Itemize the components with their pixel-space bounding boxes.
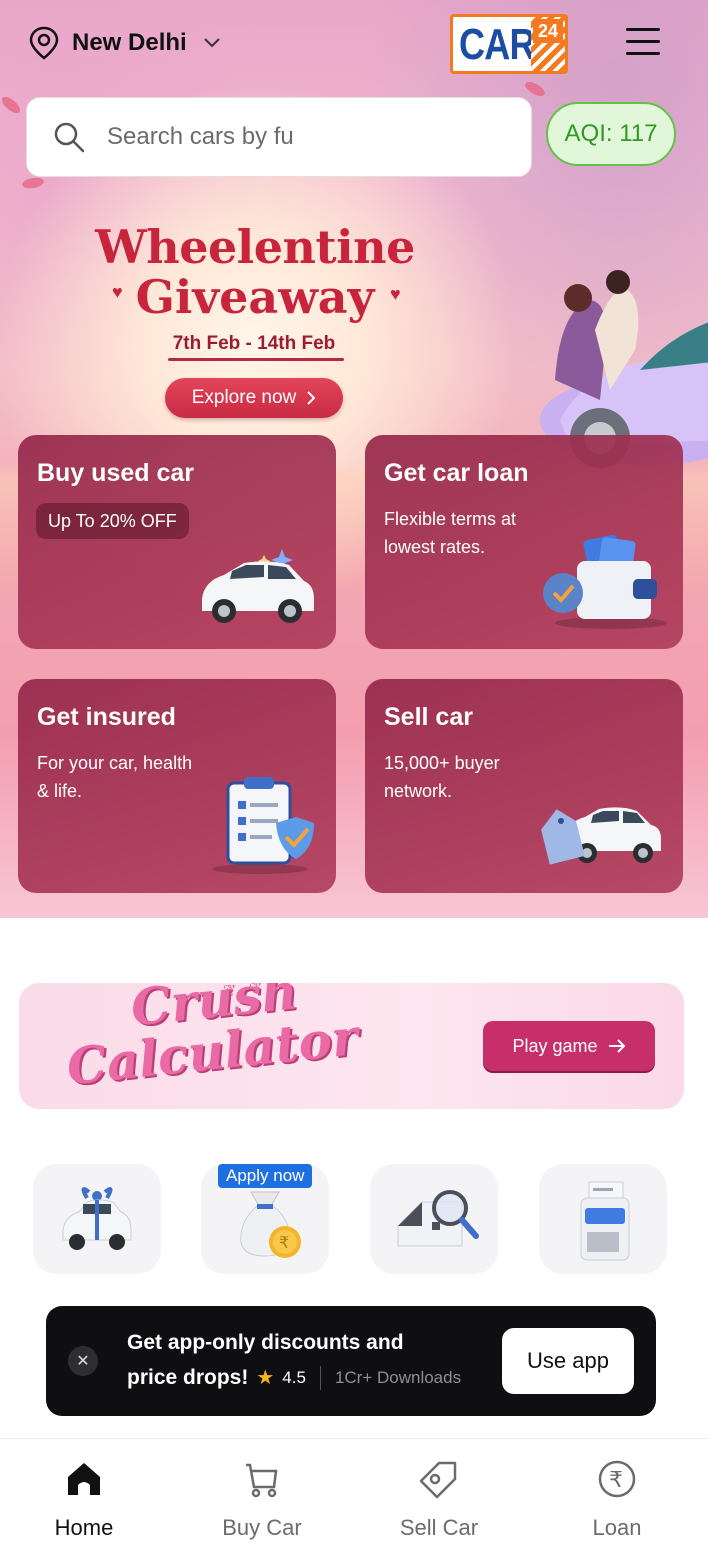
app-download-banner: ✕ Get app-only discounts and price drops… — [46, 1306, 656, 1416]
card-title: Get car loan — [384, 459, 529, 487]
search-icon — [54, 122, 85, 153]
banner-title: Wheelentine Giveaway — [95, 220, 415, 324]
discount-badge: Up To 20% OFF — [36, 503, 189, 539]
search-placeholder: Search cars by fu — [107, 123, 294, 150]
aqi-badge[interactable]: AQI: 117 — [546, 102, 676, 166]
card-subtitle: For your car, health & life. — [37, 753, 193, 801]
nav-home[interactable]: Home — [14, 1457, 154, 1541]
tag-icon — [419, 1461, 457, 1499]
card-get-insured[interactable]: Get insured For your car, health & life. — [18, 679, 336, 893]
logo-number: 24 — [533, 19, 563, 43]
home-icon — [68, 1463, 100, 1495]
use-app-button[interactable]: Use app — [502, 1328, 634, 1394]
card-subtitle: 15,000+ buyer network. — [384, 753, 500, 801]
hamburger-menu-icon[interactable] — [626, 28, 662, 58]
location-pin-icon — [29, 26, 59, 60]
nav-label: Buy Car — [222, 1515, 302, 1540]
nav-label: Loan — [592, 1515, 642, 1540]
tile-pay-challan[interactable] — [539, 1164, 667, 1274]
banner-dates: 7th Feb - 14th Feb — [172, 333, 336, 354]
explore-now-button[interactable]: Explore now — [165, 378, 343, 418]
svg-text:₹: ₹ — [609, 1468, 623, 1493]
petal-decoration — [0, 94, 23, 116]
location-selector[interactable]: New Delhi — [28, 26, 221, 60]
nav-sell-car[interactable]: Sell Car — [369, 1457, 509, 1541]
card-subtitle: Flexible terms at lowest rates. — [384, 509, 517, 557]
play-game-label: Play game — [512, 1035, 598, 1056]
crush-calculator-title: Crush Calculator — [63, 983, 361, 1097]
nav-label: Sell Car — [399, 1515, 479, 1540]
apply-now-badge[interactable]: Apply now — [218, 1164, 313, 1188]
search-input[interactable]: Search cars by fu — [26, 97, 532, 177]
money-bag-icon: ₹ — [240, 1191, 301, 1258]
crush-calculator-banner[interactable]: ❦ ❦ Crush Calculator Play game — [19, 983, 684, 1109]
sell-car-icon — [541, 807, 661, 865]
payment-machine-icon — [580, 1181, 630, 1261]
card-title: Buy used car — [37, 459, 195, 487]
heart-icon: ♥ — [112, 282, 123, 302]
close-icon[interactable]: ✕ — [68, 1346, 98, 1376]
insurance-clipboard-icon — [212, 777, 314, 874]
arrow-right-icon — [608, 1039, 625, 1053]
top-bar: New Delhi CARS 24 — [0, 0, 708, 90]
tile-car-inspection[interactable] — [370, 1164, 498, 1274]
card-title: Sell car — [384, 703, 473, 731]
location-name: New Delhi — [72, 29, 187, 56]
chevron-right-icon — [307, 391, 316, 405]
play-game-button[interactable]: Play game — [483, 1021, 655, 1071]
chevron-down-icon — [203, 38, 220, 48]
gift-car-icon — [62, 1187, 132, 1250]
explore-now-label: Explore now — [191, 387, 297, 408]
cart-icon — [246, 1463, 278, 1498]
suv-car-icon — [202, 549, 314, 623]
app-rating: 4.5 — [282, 1367, 306, 1387]
card-get-car-loan[interactable]: Get car loan Flexible terms at lowest ra… — [365, 435, 683, 649]
petal-decoration — [21, 176, 45, 190]
dates-underline — [168, 358, 344, 361]
magnifier-car-icon — [397, 1190, 479, 1247]
app-banner-headline-end: price drops! — [127, 1365, 249, 1389]
download-count: 1Cr+ Downloads — [334, 1367, 462, 1387]
cars24-logo[interactable]: CARS 24 — [450, 14, 568, 74]
tile-new-cars[interactable] — [33, 1164, 161, 1274]
svg-text:₹: ₹ — [279, 1233, 289, 1252]
nav-label: Home — [54, 1515, 114, 1540]
nav-buy-car[interactable]: Buy Car — [192, 1457, 332, 1541]
star-icon: ★ — [256, 1367, 275, 1389]
card-sell-car[interactable]: Sell car 15,000+ buyer network. — [365, 679, 683, 893]
bottom-navigation: Home Buy Car Sell Car ₹ Loan — [0, 1438, 708, 1550]
rupee-icon: ₹ — [598, 1460, 636, 1498]
card-buy-used-car[interactable]: Buy used car Up To 20% OFF — [18, 435, 336, 649]
app-banner-text-line2: price drops! ★ 4.5 1Cr+ Downloads — [127, 1365, 461, 1390]
card-title: Get insured — [37, 703, 176, 731]
app-banner-text-line1: Get app-only discounts and — [127, 1331, 404, 1354]
nav-loan[interactable]: ₹ Loan — [547, 1457, 687, 1541]
wallet-icon — [543, 534, 667, 629]
divider — [319, 1365, 321, 1390]
heart-icon: ♥ — [390, 284, 401, 304]
